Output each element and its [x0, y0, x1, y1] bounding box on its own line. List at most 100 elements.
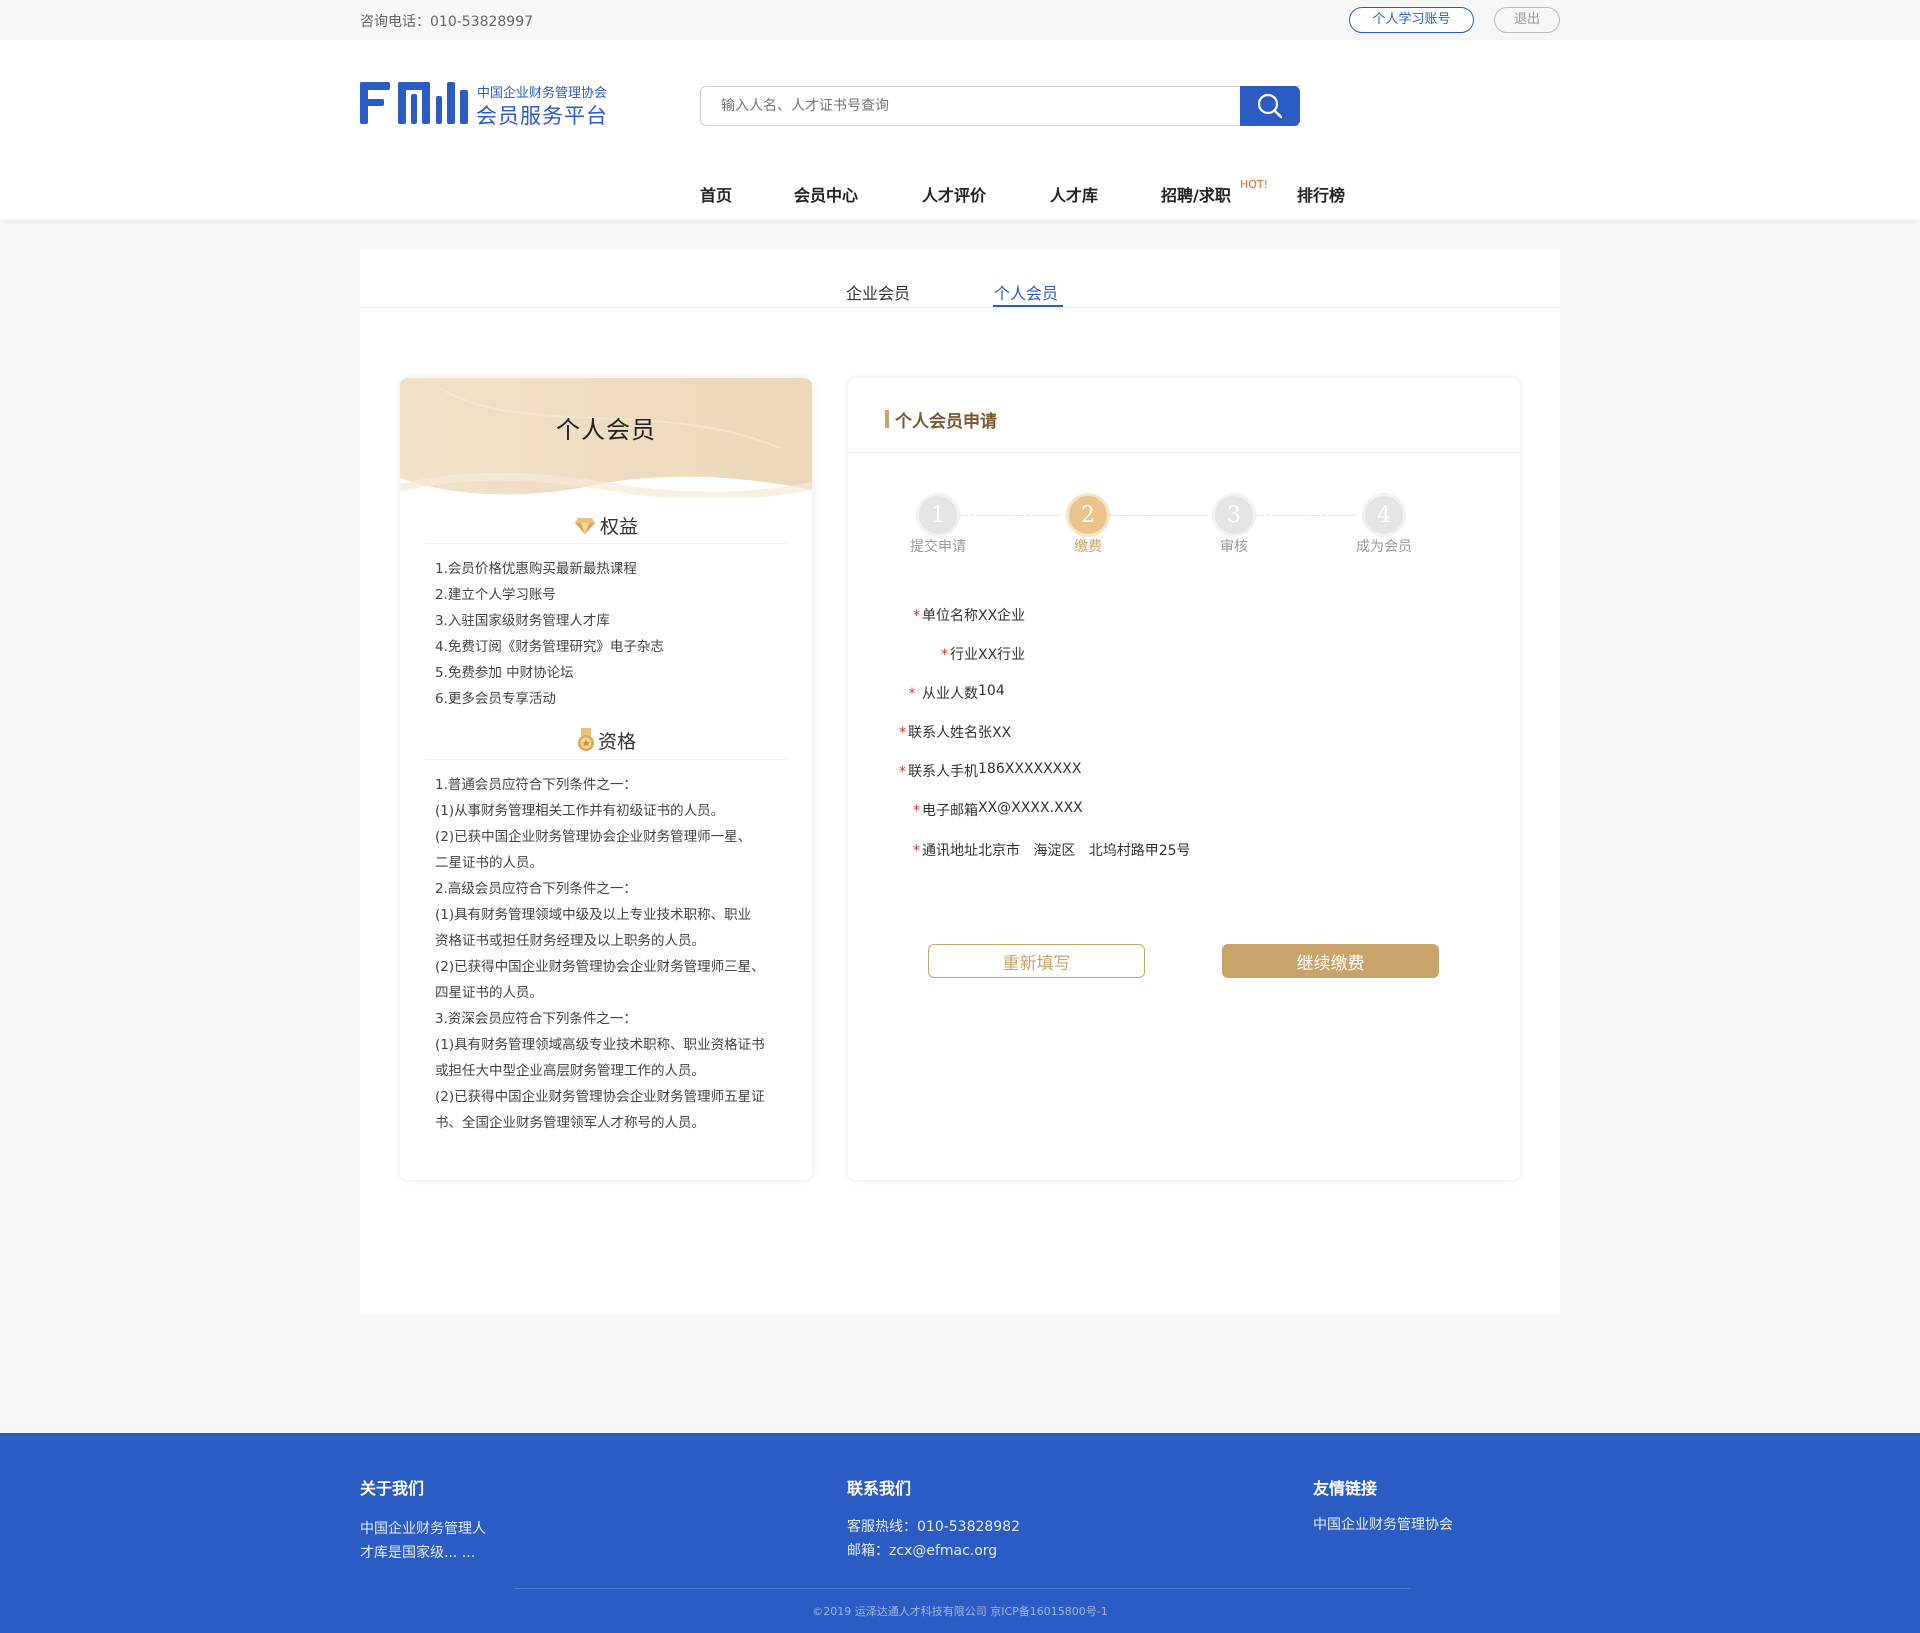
field-value-employees: 104: [978, 683, 1005, 699]
step-4-label: 成为会员: [1356, 539, 1412, 555]
footer-about-title: 关于我们: [360, 1479, 425, 1498]
label-text: 联系人手机: [908, 764, 978, 780]
title-accent-bar: [885, 410, 889, 428]
list-item: (1)具有财务管理领域高级专业技术职称、职业资格证书: [435, 1037, 765, 1053]
required-mark: *: [913, 803, 920, 819]
list-item: 2.高级会员应符合下列条件之一：: [435, 881, 637, 897]
study-account-button[interactable]: 个人学习账号: [1349, 7, 1474, 33]
field-value-address: 北京市 海淀区 北坞村路甲25号: [978, 843, 1191, 859]
footer-links-title: 友情链接: [1313, 1479, 1378, 1498]
search-input[interactable]: [700, 86, 1300, 126]
list-item: 1.会员价格优惠购买最新最热课程: [435, 561, 637, 577]
tab-enterprise-member[interactable]: 企业会员: [846, 280, 910, 304]
diamond-icon: [574, 518, 595, 534]
label-text: 单位名称: [922, 608, 978, 624]
required-mark: *: [913, 843, 920, 859]
step-4-circle: 4: [1362, 493, 1406, 537]
label-text: 电子邮箱: [922, 803, 978, 819]
list-item: 四星证书的人员。: [435, 985, 543, 1001]
list-item: (2)已获得中国企业财务管理协会企业财务管理师五星证: [435, 1089, 765, 1105]
label-text: 从业人数: [917, 686, 978, 702]
tab-personal-member[interactable]: 个人会员: [994, 280, 1058, 304]
search-button[interactable]: [1240, 86, 1300, 126]
logo-subtitle: 中国企业财务管理协会: [477, 86, 608, 101]
qualification-divider: [425, 759, 787, 760]
required-mark: *: [913, 608, 920, 624]
qualification-heading: 资格: [400, 727, 812, 754]
field-value-contact-name: 张XX: [978, 725, 1012, 741]
step-3-circle: 3: [1212, 493, 1256, 537]
field-label-industry: * 行业: [848, 644, 978, 664]
logo-title: 会员服务平台: [476, 104, 608, 128]
search-icon: [1257, 93, 1283, 119]
field-label-address: * 通讯地址: [848, 840, 978, 860]
qualification-list: 1.普通会员应符合下列条件之一： (1)从事财务管理相关工作并有初级证书的人员。…: [435, 772, 765, 1136]
top-bar: 咨询电话：010-53828997 个人学习账号 退出: [0, 0, 1920, 40]
contact-phone: 客服热线：010-53828982: [847, 1519, 1021, 1535]
application-form-card: 个人会员申请 1 2 3 4 提交申请 缴费 审核 成为会员 * 单位名称 XX企…: [848, 378, 1520, 1180]
main-panel: 企业会员 个人会员 个人会员 权益 1.会员价格优惠购买最新最热课程 2.建立个…: [360, 250, 1560, 1314]
required-mark: *: [899, 725, 906, 741]
step-connector: [960, 515, 1060, 516]
footer-link-efmac[interactable]: 中国企业财务管理协会: [1313, 1513, 1453, 1537]
footer-divider: [515, 1588, 1410, 1589]
site-header: 中国企业财务管理协会 会员服务平台 首页 会员中心 人才评价 人才库 招聘/求职…: [0, 40, 1920, 220]
benefits-title-text: 权益: [599, 516, 638, 538]
list-item: (1)具有财务管理领域中级及以上专业技术职称、职业: [435, 907, 752, 923]
label-text: 通讯地址: [922, 843, 978, 859]
nav-talent-evaluation[interactable]: 人才评价: [922, 182, 986, 206]
list-item: 4.免费订阅《财务管理研究》电子杂志: [435, 639, 664, 655]
qualification-title-text: 资格: [597, 731, 636, 753]
label-text: 行业: [950, 647, 978, 663]
fmi-logo-icon[interactable]: [360, 82, 470, 124]
label-text: 联系人姓名: [908, 725, 978, 741]
footer-about-text: 中国企业财务管理人 才库是国家级... ...: [360, 1517, 486, 1565]
field-label-contact-name: * 联系人姓名: [848, 722, 978, 742]
nav-home[interactable]: 首页: [700, 182, 732, 206]
logout-button[interactable]: 退出: [1494, 7, 1560, 33]
personal-member-info-card: 个人会员 权益 1.会员价格优惠购买最新最热课程 2.建立个人学习账号 3.入驻…: [400, 378, 812, 1180]
footer-contact-info: 客服热线：010-53828982 邮箱：zcx@efmac.org: [847, 1515, 1020, 1563]
benefits-heading: 权益: [400, 512, 812, 539]
nav-member-center[interactable]: 会员中心: [794, 182, 858, 206]
list-item: 3.资深会员应符合下列条件之一：: [435, 1011, 637, 1027]
about-line: 才库是国家级... ...: [360, 1545, 476, 1561]
list-item: 2.建立个人学习账号: [435, 587, 556, 603]
field-value-company: XX企业: [978, 608, 1026, 624]
list-item: 3.入驻国家级财务管理人才库: [435, 613, 610, 629]
field-label-company: * 单位名称: [848, 605, 978, 625]
contact-email[interactable]: 邮箱：zcx@efmac.org: [847, 1539, 1020, 1563]
refill-button[interactable]: 重新填写: [928, 944, 1145, 978]
footer-contact-title: 联系我们: [847, 1479, 912, 1498]
field-value-contact-phone: 186XXXXXXXX: [978, 761, 1082, 777]
hotline-text: 咨询电话：010-53828997: [360, 14, 534, 30]
step-1-label: 提交申请: [910, 539, 966, 555]
copyright-text: ©2019 运泽达通人才科技有限公司 京ICP备16015800号-1: [812, 1605, 1108, 1618]
step-connector: [1110, 515, 1206, 516]
field-label-email: * 电子邮箱: [848, 800, 978, 820]
nav-recruitment[interactable]: 招聘/求职: [1161, 182, 1231, 206]
required-mark: *: [941, 647, 948, 663]
list-item: (2)已获中国企业财务管理协会企业财务管理师一星、: [435, 829, 752, 845]
list-item: 二星证书的人员。: [435, 855, 543, 871]
nav-talent-pool[interactable]: 人才库: [1050, 182, 1098, 206]
list-item: 6.更多会员专享活动: [435, 691, 556, 707]
required-mark: *: [908, 686, 916, 702]
list-item: 5.免费参加 中财协论坛: [435, 665, 574, 681]
form-title-divider: [848, 452, 1520, 453]
hot-badge: HOT!: [1240, 178, 1269, 191]
nav-ranking[interactable]: 排行榜: [1297, 182, 1345, 206]
site-footer: 关于我们 中国企业财务管理人 才库是国家级... ... 联系我们 客服热线：0…: [0, 1433, 1920, 1633]
continue-payment-button[interactable]: 继续缴费: [1222, 944, 1439, 978]
required-mark: *: [899, 764, 906, 780]
list-item: (2)已获得中国企业财务管理协会企业财务管理师三星、: [435, 959, 765, 975]
step-1-circle: 1: [916, 493, 960, 537]
benefits-divider: [425, 543, 787, 544]
field-label-employees: * 从业人数: [848, 683, 978, 703]
form-title: 个人会员申请: [895, 412, 997, 432]
step-2-label: 缴费: [1074, 539, 1102, 555]
field-value-email: XX@XXXX.XXX: [978, 800, 1083, 816]
list-item: 资格证书或担任财务经理及以上职务的人员。: [435, 933, 705, 949]
step-3-label: 审核: [1220, 539, 1248, 555]
list-item: 或担任大中型企业高层财务管理工作的人员。: [435, 1063, 705, 1079]
